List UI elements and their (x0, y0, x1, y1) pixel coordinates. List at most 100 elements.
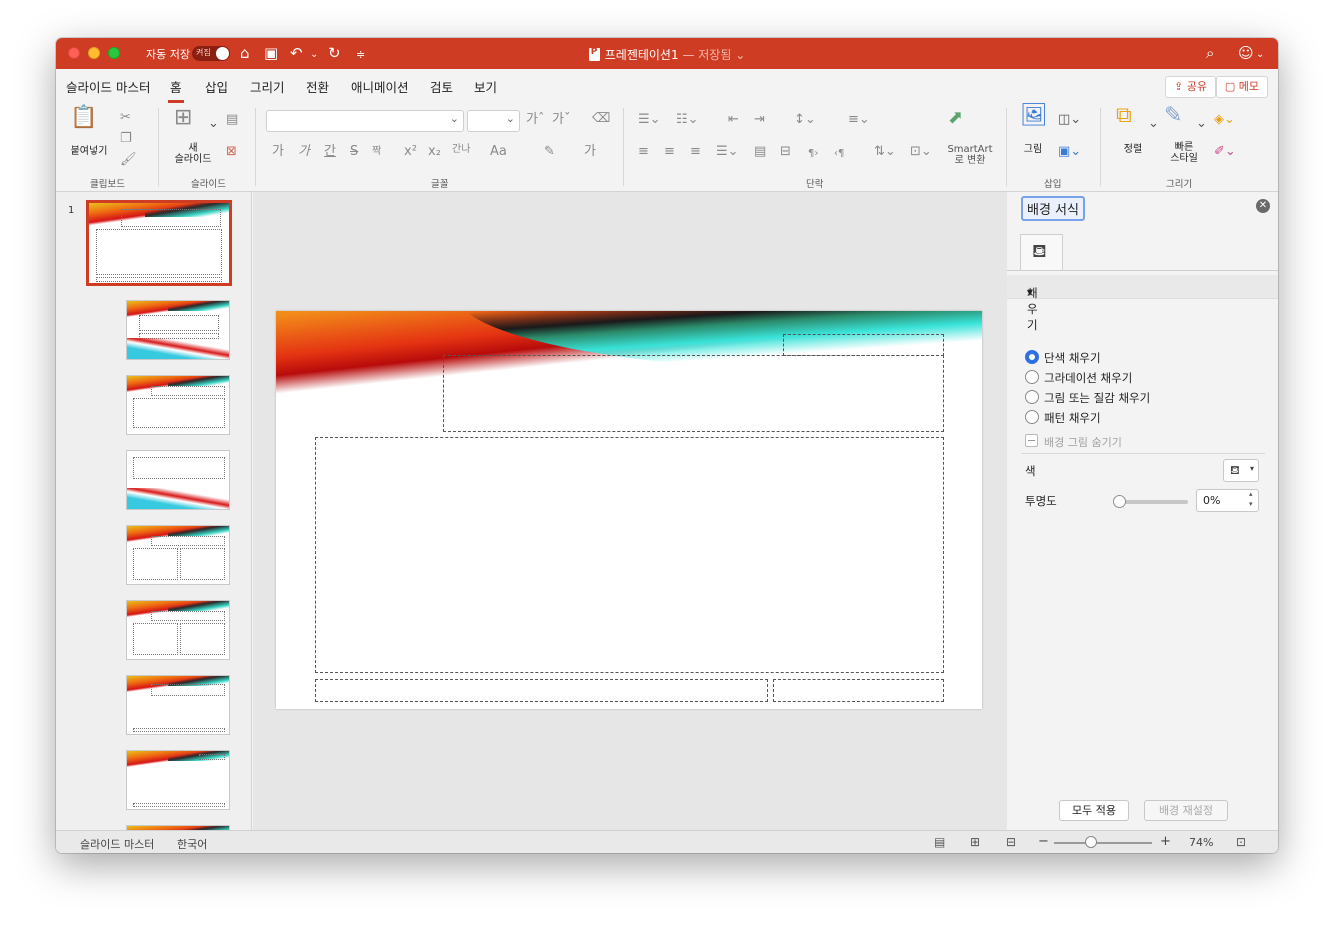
change-case-icon[interactable]: Aa (490, 145, 507, 159)
presentation-view-icon[interactable]: ⊟ (1006, 835, 1016, 849)
align-center-icon[interactable]: ≡ (664, 145, 675, 159)
subscript-icon[interactable]: x₂ (428, 145, 441, 159)
bold-icon[interactable]: 가 (272, 145, 284, 159)
quick-styles-label-2[interactable]: 스타일 (1162, 153, 1206, 164)
strikethrough-icon[interactable]: S (350, 145, 358, 159)
layout-icon[interactable]: ▤ (226, 113, 238, 127)
quick-styles-icon[interactable]: ✎ (1164, 105, 1182, 127)
shrink-font-icon[interactable]: 가ˇ (552, 113, 570, 127)
language[interactable]: 한국어 (177, 836, 207, 852)
fill-tab[interactable]: ⛾ (1020, 234, 1063, 270)
rtl-icon[interactable]: ‹¶ (834, 147, 844, 161)
font-color-icon[interactable]: 가 (584, 145, 596, 159)
layout-thumbnail[interactable] (126, 750, 230, 810)
smartart-icon[interactable]: ⬈ (948, 109, 963, 127)
new-slide-label-1[interactable]: 새 (168, 143, 218, 154)
solid-fill-label[interactable]: 단색 채우기 (1044, 350, 1101, 366)
tab-animations[interactable]: 애니메이션 (351, 77, 409, 96)
tab-draw[interactable]: 그리기 (250, 77, 285, 96)
arrange-label[interactable]: 정렬 (1116, 144, 1150, 155)
slide-master-thumbnail[interactable] (86, 200, 232, 286)
arrange-dropdown-icon[interactable]: ⌄ (1148, 117, 1159, 131)
line-spacing-icon[interactable]: ↕⌄ (794, 113, 816, 127)
bullets-icon[interactable]: ☰⌄ (638, 113, 661, 127)
font-name-combo[interactable] (266, 110, 464, 132)
smiley-feedback-icon[interactable]: ☺ (1238, 44, 1254, 62)
shape-fill-icon[interactable]: ◈⌄ (1214, 113, 1235, 127)
quick-styles-dropdown-icon[interactable]: ⌄ (1196, 117, 1207, 131)
ltr-icon[interactable]: ¶› (808, 147, 818, 161)
shape-outline-icon[interactable]: ✐⌄ (1214, 145, 1236, 159)
transparency-slider-track[interactable] (1116, 500, 1188, 504)
zoom-slider-handle[interactable] (1085, 836, 1097, 848)
gradient-fill-label[interactable]: 그라데이션 채우기 (1044, 370, 1132, 386)
pattern-fill-radio[interactable] (1025, 410, 1039, 424)
tab-transitions[interactable]: 전환 (306, 77, 329, 96)
zoom-slider-track[interactable] (1054, 842, 1152, 844)
pattern-fill-label[interactable]: 패턴 채우기 (1044, 410, 1101, 426)
slide-number-placeholder[interactable] (773, 679, 944, 702)
justify-icon[interactable]: ☰⌄ (716, 145, 739, 159)
new-slide-label-2[interactable]: 슬라이드 (168, 154, 218, 165)
layout-thumbnail[interactable] (126, 525, 230, 585)
text-direction-icon[interactable]: ⇅⌄ (874, 145, 896, 159)
picture-label[interactable]: 그림 (1016, 144, 1050, 155)
fill-color-button[interactable]: ⛾ ▾ (1223, 459, 1259, 482)
tab-home[interactable]: 홈 (168, 77, 183, 103)
columns-icon[interactable]: ≡⌄ (848, 113, 870, 127)
zoom-level[interactable]: 74% (1189, 836, 1213, 849)
notes-icon[interactable]: ▤ (934, 835, 945, 849)
layout-thumbnail[interactable] (126, 300, 230, 360)
saved-status[interactable]: — 저장됨 ⌄ (682, 48, 745, 62)
slide-thumbnails-pane[interactable]: 1 (56, 192, 252, 830)
solid-fill-radio[interactable] (1025, 350, 1039, 364)
phonetic-guide-icon[interactable]: 간나 (452, 143, 470, 157)
quick-styles-label-1[interactable]: 빠른 (1162, 142, 1206, 153)
picture-texture-fill-radio[interactable] (1025, 390, 1039, 404)
comments-button[interactable]: ▢ 메모 (1215, 76, 1268, 98)
font-size-combo[interactable] (467, 110, 520, 132)
format-painter-icon[interactable]: 🖌 (120, 153, 137, 167)
paste-label[interactable]: 붙여넣기 (66, 146, 112, 157)
clear-formatting-icon[interactable]: ⌫ (592, 112, 610, 126)
tab-view[interactable]: 보기 (474, 77, 497, 96)
smartart-label-2[interactable]: 로 변환 (940, 155, 1000, 166)
new-slide-dropdown-icon[interactable]: ⌄ (208, 117, 219, 131)
shapes-icon[interactable]: ◫⌄ (1058, 113, 1081, 127)
cut-icon[interactable]: ✂ (120, 111, 131, 125)
reset-background-button[interactable]: 배경 재설정 (1144, 800, 1228, 821)
tab-insert[interactable]: 삽입 (205, 77, 228, 96)
underline-icon[interactable]: 간 (324, 145, 336, 159)
slide-editing-canvas[interactable] (253, 192, 1007, 830)
feedback-dropdown-icon[interactable]: ⌄ (1256, 46, 1264, 64)
slide-master[interactable] (276, 311, 982, 709)
transparency-input[interactable]: 0% (1196, 489, 1259, 512)
tab-slide-master[interactable]: 슬라이드 마스터 (66, 77, 150, 96)
body-placeholder[interactable] (315, 437, 944, 673)
transparency-slider-handle[interactable] (1113, 495, 1126, 508)
footer-placeholder[interactable] (315, 679, 768, 702)
smartart-label-1[interactable]: SmartArt (940, 144, 1000, 155)
apply-to-all-button[interactable]: 모두 적용 (1059, 800, 1129, 821)
layout-thumbnail[interactable] (126, 450, 230, 510)
close-pane-button[interactable]: ✕ (1256, 199, 1270, 213)
arrange-icon[interactable]: ⧉ (1116, 105, 1132, 127)
share-button[interactable]: ⇪ 공유 (1165, 76, 1216, 98)
align-text-vertical-icon[interactable]: ⊡⌄ (910, 145, 932, 159)
distributed-icon[interactable]: ▤ (754, 145, 766, 159)
picture-icon[interactable]: 🖼 (1020, 105, 1048, 127)
slide-sorter-icon[interactable]: ⊞ (970, 835, 980, 849)
picture-texture-fill-label[interactable]: 그림 또는 질감 채우기 (1044, 390, 1150, 406)
fill-section-header[interactable]: ▾ 채우기 (1007, 275, 1278, 332)
search-icon[interactable]: ⌕ (1206, 44, 1214, 62)
numbering-icon[interactable]: ☷⌄ (676, 113, 699, 127)
decrease-indent-icon[interactable]: ⇤ (728, 113, 739, 127)
date-placeholder[interactable] (783, 334, 944, 356)
zoom-out-button[interactable]: − (1038, 834, 1049, 849)
italic-icon[interactable]: 가 (298, 145, 310, 159)
double-strikethrough-icon[interactable]: 짝 (372, 145, 381, 159)
gradient-fill-radio[interactable] (1025, 370, 1039, 384)
paste-icon[interactable]: 📋 (70, 107, 97, 129)
increase-indent-icon[interactable]: ⇥ (754, 113, 765, 127)
layout-thumbnail[interactable] (126, 375, 230, 435)
